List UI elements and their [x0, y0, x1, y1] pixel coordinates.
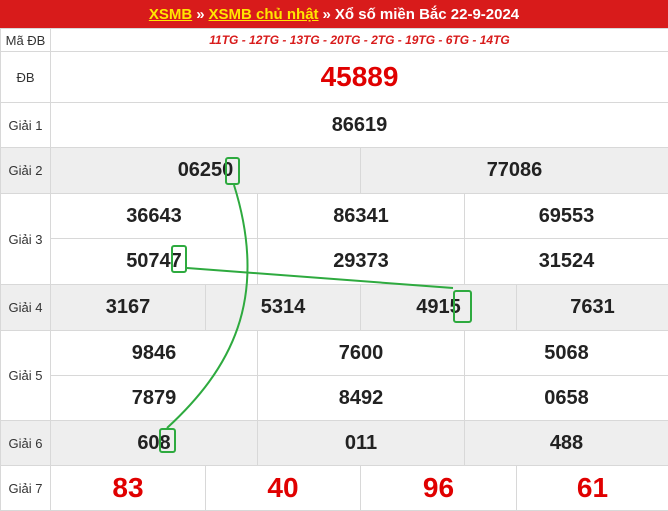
- prize-number: 0658: [465, 376, 668, 421]
- row-label: Mã ĐB: [1, 29, 51, 52]
- prize-number: 7879: [51, 376, 258, 421]
- prize-number: 40: [206, 466, 361, 511]
- prize-number: 5314: [206, 285, 361, 331]
- prize-number: 83: [51, 466, 206, 511]
- prize-number: 011: [258, 421, 465, 466]
- row-giai-3: Giải 3 36643 86341 69553: [1, 194, 668, 239]
- prize-number: 31524: [465, 239, 668, 285]
- breadcrumb-separator: »: [323, 6, 331, 23]
- special-codes: 11TG - 12TG - 13TG - 20TG - 2TG - 19TG -…: [51, 29, 668, 52]
- prize-number: 9846: [51, 331, 258, 376]
- prize-number: 608: [51, 421, 258, 466]
- row-label: Giải 3: [1, 194, 51, 285]
- prize-number: 5068: [465, 331, 668, 376]
- digit-highlight-box: [159, 428, 176, 453]
- row-giai-4: Giải 4 3167 5314 4915 7631: [1, 285, 668, 331]
- row-giai-6: Giải 6 608 011 488: [1, 421, 668, 466]
- digit-highlight-box: [453, 290, 472, 323]
- prize-number: 29373: [258, 239, 465, 285]
- prize-number: 61: [517, 466, 668, 511]
- prize-number: 36643: [51, 194, 258, 239]
- row-giai-7: Giải 7 83 40 96 61: [1, 466, 668, 511]
- row-label: Giải 6: [1, 421, 51, 466]
- row-label: Giải 4: [1, 285, 51, 331]
- prize-number: 69553: [465, 194, 668, 239]
- prize-number: 8492: [258, 376, 465, 421]
- digit-highlight-box: [171, 245, 187, 273]
- row-label: Giải 2: [1, 148, 51, 194]
- prize-number: 77086: [361, 148, 668, 194]
- prize-number: 488: [465, 421, 668, 466]
- results-table: Mã ĐB 11TG - 12TG - 13TG - 20TG - 2TG - …: [0, 28, 668, 511]
- row-label: ĐB: [1, 52, 51, 103]
- xsmb-sunday-link[interactable]: XSMB chủ nhật: [209, 6, 319, 23]
- row-db: ĐB 45889: [1, 52, 668, 103]
- prize-number: 86619: [51, 103, 668, 148]
- prize-number: 50747: [51, 239, 258, 285]
- row-label: Giải 1: [1, 103, 51, 148]
- page-title: Xổ số miền Bắc 22-9-2024: [335, 6, 519, 23]
- row-giai-5: 7879 8492 0658: [1, 376, 668, 421]
- row-giai-5: Giải 5 9846 7600 5068: [1, 331, 668, 376]
- row-label: Giải 5: [1, 331, 51, 421]
- xsmb-link[interactable]: XSMB: [149, 6, 192, 23]
- row-giai-2: Giải 2 06250 77086: [1, 148, 668, 194]
- row-giai-3: 50747 29373 31524: [1, 239, 668, 285]
- prize-number: 7631: [517, 285, 668, 331]
- prize-number: 4915: [361, 285, 517, 331]
- page-header: XSMB » XSMB chủ nhật » Xổ số miền Bắc 22…: [0, 0, 668, 28]
- prize-number: 06250: [51, 148, 361, 194]
- digit-highlight-box: [225, 157, 240, 185]
- row-giai-1: Giải 1 86619: [1, 103, 668, 148]
- special-prize-number: 45889: [51, 52, 668, 103]
- prize-number: 96: [361, 466, 517, 511]
- prize-number: 3167: [51, 285, 206, 331]
- row-ma-db: Mã ĐB 11TG - 12TG - 13TG - 20TG - 2TG - …: [1, 29, 668, 52]
- prize-number: 7600: [258, 331, 465, 376]
- breadcrumb-separator: »: [196, 6, 204, 23]
- prize-number: 86341: [258, 194, 465, 239]
- row-label: Giải 7: [1, 466, 51, 511]
